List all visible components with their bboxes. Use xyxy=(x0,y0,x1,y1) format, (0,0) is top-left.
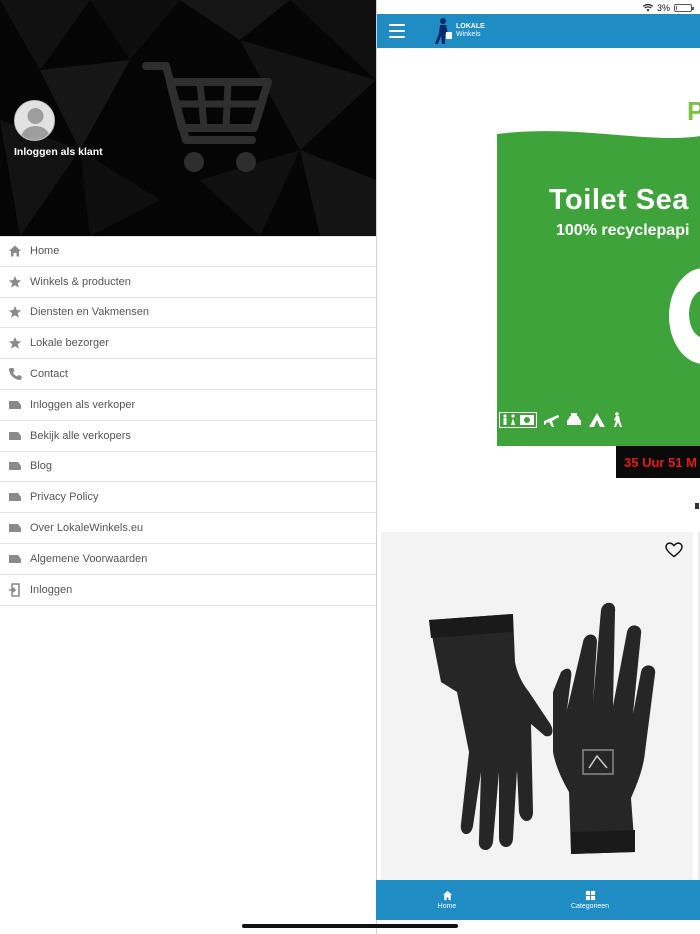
lokalewinkels-logo[interactable]: LOKALE Winkels xyxy=(432,17,485,45)
airplane-icon xyxy=(544,415,559,427)
battery-percent: 3% xyxy=(656,3,670,13)
menu-item-lokale-bezorger[interactable]: Lokale bezorger xyxy=(0,328,376,360)
banner-subtitle: 100% recyclepapi xyxy=(556,222,690,239)
menu-item-inloggen[interactable]: Inloggen xyxy=(0,575,376,606)
menu-item-label: Bekijk alle verkopers xyxy=(30,429,131,442)
logo-line-2: Winkels xyxy=(456,31,481,38)
product-card[interactable] xyxy=(381,532,693,880)
status-bar: 3% xyxy=(0,0,700,14)
star-icon xyxy=(8,275,22,288)
promo-banner[interactable]: Toilet Sea 100% recyclepapi xyxy=(497,130,700,446)
drop-shape xyxy=(669,268,700,364)
bottom-navigation: Home Categorieen xyxy=(374,880,700,920)
menu-item-diensten-vakmensen[interactable]: Diensten en Vakmensen xyxy=(0,298,376,329)
home-icon xyxy=(442,890,452,901)
label-icon xyxy=(9,462,21,471)
grid-icon xyxy=(585,890,595,901)
wifi-icon xyxy=(642,4,653,12)
drawer-menu: Home Winkels & producten Diensten en Vak… xyxy=(0,236,376,606)
main-app: LOKALE Winkels PA Toilet Sea 100% recycl… xyxy=(374,0,700,934)
menu-item-contact[interactable]: Contact xyxy=(0,359,376,390)
bottom-nav-categorieen[interactable]: Categorieen xyxy=(520,880,660,920)
bottom-nav-categorieen-label: Categorieen xyxy=(570,903,610,910)
menu-item-label: Privacy Policy xyxy=(30,491,99,504)
menu-item-label: Diensten en Vakmensen xyxy=(30,306,150,319)
home-icon xyxy=(9,245,21,257)
menu-item-blog[interactable]: Blog xyxy=(0,452,376,483)
favorite-heart-icon[interactable] xyxy=(665,542,683,558)
banner-pictograms xyxy=(499,412,623,428)
hamburger-menu-button[interactable] xyxy=(389,24,405,38)
hiker-icon xyxy=(614,412,622,427)
menu-item-label: Blog xyxy=(30,460,53,473)
menu-item-inloggen-verkoper[interactable]: Inloggen als verkoper xyxy=(0,390,376,421)
menu-item-algemene-voorwaarden[interactable]: Algemene Voorwaarden xyxy=(0,544,376,575)
menu-item-label: Home xyxy=(30,245,60,258)
drawer-header: Inloggen als klant xyxy=(0,0,376,236)
person-logo-icon xyxy=(435,18,452,44)
logo-wordmark: LOKALE Winkels xyxy=(456,23,485,39)
label-icon xyxy=(9,524,21,533)
banner-heading-partial: PA xyxy=(687,96,700,126)
camping-tent-icon xyxy=(589,413,605,427)
label-icon xyxy=(9,431,21,440)
menu-item-privacy-policy[interactable]: Privacy Policy xyxy=(0,482,376,514)
screen: 3% LOKALE Winkels PA xyxy=(0,0,700,934)
battery-level xyxy=(676,6,677,10)
menu-item-label: Over LokaleWinkels.eu xyxy=(30,522,144,535)
taxi-icon xyxy=(567,413,581,425)
gloves-product-image xyxy=(429,602,656,854)
menu-item-label: Winkels & producten xyxy=(30,275,131,288)
countdown-timer: 35 Uur 51 M xyxy=(616,446,700,478)
menu-item-label: Inloggen xyxy=(30,583,73,596)
label-icon xyxy=(9,554,21,563)
banner-wave xyxy=(497,130,700,138)
bottom-nav-home[interactable]: Home xyxy=(374,880,520,920)
label-icon xyxy=(9,493,21,502)
banner-title: Toilet Sea xyxy=(549,184,689,216)
menu-item-label: Contact xyxy=(30,368,68,381)
home-indicator[interactable] xyxy=(242,924,458,928)
restroom-icon xyxy=(499,412,537,428)
menu-item-label: Inloggen als verkoper xyxy=(30,398,136,411)
menu-item-home[interactable]: Home xyxy=(0,236,376,267)
status-indicators: 3% xyxy=(642,3,694,13)
carousel-indicator xyxy=(695,503,699,509)
menu-item-over-lokalewinkels[interactable]: Over LokaleWinkels.eu xyxy=(0,513,376,544)
menu-item-bekijk-verkopers[interactable]: Bekijk alle verkopers xyxy=(0,421,376,452)
login-icon xyxy=(9,582,20,597)
menu-item-winkels-producten[interactable]: Winkels & producten xyxy=(0,267,376,298)
menu-item-label: Algemene Voorwaarden xyxy=(30,552,148,565)
star-icon xyxy=(8,306,22,319)
app-bar: LOKALE Winkels xyxy=(377,14,700,48)
shopping-cart-icon xyxy=(142,62,272,172)
star-icon xyxy=(8,337,22,349)
label-icon xyxy=(9,400,21,409)
navigation-drawer: Inloggen als klant Home Winkels & produc… xyxy=(0,0,376,934)
avatar[interactable] xyxy=(14,100,55,141)
login-as-customer-link[interactable]: Inloggen als klant xyxy=(14,146,103,158)
bottom-nav-home-label: Home xyxy=(437,903,457,910)
battery-icon xyxy=(674,4,694,12)
phone-icon xyxy=(9,368,22,381)
logo-line-1: LOKALE xyxy=(456,23,485,30)
menu-item-label: Lokale bezorger xyxy=(30,337,109,350)
